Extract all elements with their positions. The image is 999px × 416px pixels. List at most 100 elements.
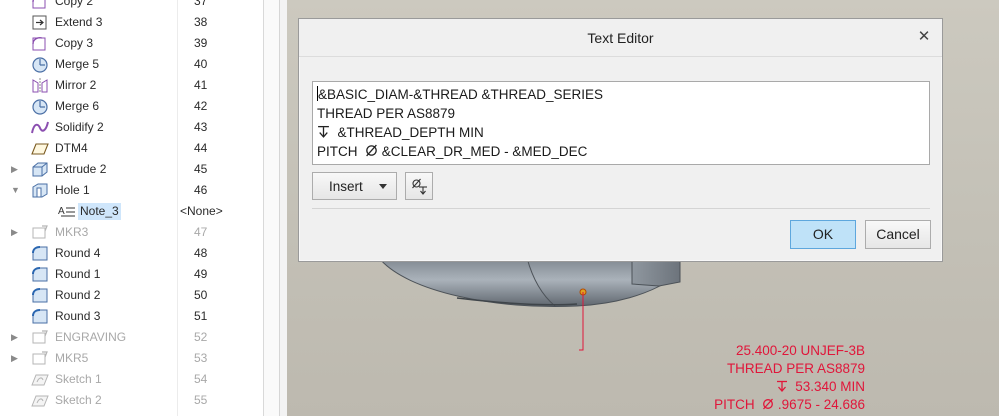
diameter-icon [758,397,778,412]
chevron-down-icon [379,184,387,189]
expand-arrow-icon[interactable]: ▶ [11,332,21,342]
copy-feature-icon [30,0,50,10]
tree-row[interactable]: ▶ MKR3 47 [0,222,263,243]
tree-row[interactable]: Sketch 2 55 [0,390,263,411]
ok-button[interactable]: OK [790,220,856,249]
tree-row[interactable]: ▶ ENGRAVING 52 [0,327,263,348]
round-feature-icon [30,245,50,262]
hole-note-annotation[interactable]: 25.400-20 UNJEF-3B THREAD PER AS8879 53.… [695,342,865,414]
dialog-title: Text Editor [299,19,942,57]
tree-row[interactable]: Solidify 2 43 [0,117,263,138]
tree-row[interactable]: ▶ MKR5 53 [0,348,263,369]
annotation-pitch-label: PITCH [714,397,755,412]
thread-depth-icon [776,379,792,394]
tree-row-feature-number: 49 [194,267,208,281]
tree-row-feature-number: 55 [194,393,208,407]
annotation-line-3: 53.340 MIN [695,378,865,396]
tree-row[interactable]: A Note_3 <None> [0,201,263,222]
tree-row-label: DTM4 [55,141,88,155]
editor-pitch-label: PITCH [317,144,358,159]
round-feature-icon [30,308,50,325]
text-editor-dialog[interactable]: Text Editor ✕ &BASIC_DIAM-&THREAD &THREA… [298,18,943,262]
editor-line-1[interactable]: &BASIC_DIAM-&THREAD &THREAD_SERIES [317,85,925,104]
tree-row[interactable]: Round 4 48 [0,243,263,264]
cancel-button[interactable]: Cancel [865,220,931,249]
marker-feature-icon [30,224,50,241]
editor-line-2[interactable]: THREAD PER AS8879 [317,104,925,123]
tree-row-label: Hole 1 [55,183,90,197]
tree-row-label: MKR5 [55,351,89,365]
tree-row-feature-number: 46 [194,183,208,197]
solidify-feature-icon [30,119,50,136]
hole-feature-icon [30,182,50,199]
tree-row-label: Merge 5 [55,57,100,71]
editor-line-2-text: THREAD PER AS8879 [317,106,456,121]
tree-row[interactable]: Copy 2 37 [0,0,263,12]
tree-row[interactable]: DTM4 44 [0,138,263,159]
editor-line-4[interactable]: PITCH &CLEAR_DR_MED - &MED_DEC [317,142,925,161]
diameter-icon [361,144,382,159]
tree-row-feature-number: 47 [194,225,208,239]
tree-row-label: Round 2 [55,288,101,302]
tree-row-label: Round 4 [55,246,101,260]
round-feature-icon [30,287,50,304]
tree-row-feature-number: 37 [194,0,208,8]
tree-row[interactable]: Merge 6 42 [0,96,263,117]
tree-row-label: MKR3 [55,225,89,239]
tree-row-feature-number: 48 [194,246,208,260]
tree-row-feature-number: 44 [194,141,208,155]
annotation-line-2: THREAD PER AS8879 [726,361,865,376]
tree-row[interactable]: Copy 3 39 [0,33,263,54]
expand-arrow-icon[interactable]: ▶ [11,164,21,174]
editor-line-3-text: &THREAD_DEPTH MIN [337,125,484,140]
expand-arrow-icon[interactable]: ▶ [11,353,21,363]
annotation-line-1: 25.400-20 UNJEF-3B [735,343,865,358]
tree-row-feature-number: 45 [194,162,208,176]
close-icon[interactable]: ✕ [916,29,932,45]
tree-row-label: Sketch 1 [55,372,102,386]
tree-row[interactable]: ▼ Hole 1 46 [0,180,263,201]
tree-row[interactable]: Round 1 49 [0,264,263,285]
editor-line-4-text: &CLEAR_DR_MED - &MED_DEC [381,144,588,159]
tree-row-label: Round 3 [55,309,101,323]
merge-feature-icon [30,98,50,115]
tree-row-feature-number: 51 [194,309,208,323]
tree-row-feature-number: 53 [194,351,208,365]
tree-row-feature-number: 39 [194,36,208,50]
annotation-line-4: PITCH .9675 - 24.686 [695,396,865,414]
tree-row-feature-number: 52 [194,330,208,344]
marker-feature-icon [30,350,50,367]
expand-arrow-icon[interactable]: ▶ [11,227,21,237]
tree-row[interactable]: Extend 3 38 [0,12,263,33]
collapse-arrow-icon[interactable]: ▼ [11,185,21,195]
marker-feature-icon [30,329,50,346]
annotation-pitch-text: .9675 - 24.686 [777,397,865,412]
tree-row-feature-number: 43 [194,120,208,134]
tree-row-label: Solidify 2 [55,120,104,134]
editor-line-3[interactable]: &THREAD_DEPTH MIN [317,123,925,142]
tree-row-label: Sketch 2 [55,393,102,407]
tree-scrollbar[interactable] [263,0,287,416]
dialog-separator [312,208,930,209]
sketch-feature-icon [30,371,50,388]
tree-row-label: Merge 6 [55,99,100,113]
tree-row[interactable]: ▶ Extrude 2 45 [0,159,263,180]
tree-row[interactable]: Round 3 51 [0,306,263,327]
insert-dropdown[interactable]: Insert [312,172,397,200]
text-editor-area[interactable]: &BASIC_DIAM-&THREAD &THREAD_SERIES THREA… [312,81,930,165]
tree-row-label: Copy 2 [55,0,94,8]
annotation-depth-text: 53.340 MIN [795,379,865,394]
tree-row[interactable]: Merge 5 40 [0,54,263,75]
insert-label: Insert [329,179,363,194]
tree-row-label: Note_3 [78,203,121,220]
tree-row[interactable]: Sketch 1 54 [0,369,263,390]
round-feature-icon [30,266,50,283]
note-icon: A [57,203,77,220]
tree-row-label: Extrude 2 [55,162,107,176]
tree-row[interactable]: Round 2 50 [0,285,263,306]
tree-row[interactable]: Mirror 2 41 [0,75,263,96]
model-tree[interactable]: Copy 2 37 Extend 3 38 Copy 3 39 Merge 5 40 Mirro… [0,0,263,416]
tree-row-label: Extend 3 [55,15,103,29]
tree-scrollbar-thumb[interactable] [264,0,280,416]
symbol-palette-button[interactable] [405,172,433,200]
